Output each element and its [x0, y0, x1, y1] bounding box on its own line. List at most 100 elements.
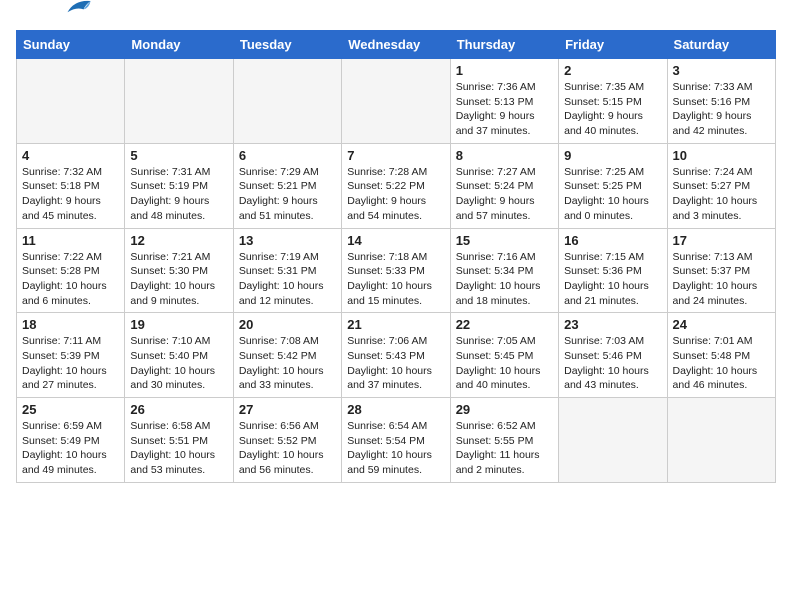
weekday-header: Tuesday	[233, 31, 341, 59]
day-number: 12	[130, 233, 227, 248]
day-info: Sunrise: 6:52 AM Sunset: 5:55 PM Dayligh…	[456, 419, 553, 478]
weekday-header: Saturday	[667, 31, 775, 59]
calendar-cell	[233, 59, 341, 144]
weekday-header: Friday	[559, 31, 667, 59]
day-info: Sunrise: 7:25 AM Sunset: 5:25 PM Dayligh…	[564, 165, 661, 224]
day-number: 26	[130, 402, 227, 417]
day-info: Sunrise: 7:35 AM Sunset: 5:15 PM Dayligh…	[564, 80, 661, 139]
calendar-cell: 13 Sunrise: 7:19 AM Sunset: 5:31 PM Dayli…	[233, 228, 341, 313]
day-number: 1	[456, 63, 553, 78]
day-number: 9	[564, 148, 661, 163]
calendar-cell: 27 Sunrise: 6:56 AM Sunset: 5:52 PM Dayli…	[233, 398, 341, 483]
calendar-week-row: 11 Sunrise: 7:22 AM Sunset: 5:28 PM Dayli…	[17, 228, 776, 313]
calendar-cell: 19 Sunrise: 7:10 AM Sunset: 5:40 PM Dayli…	[125, 313, 233, 398]
day-info: Sunrise: 7:01 AM Sunset: 5:48 PM Dayligh…	[673, 334, 770, 393]
day-info: Sunrise: 7:29 AM Sunset: 5:21 PM Dayligh…	[239, 165, 336, 224]
calendar-cell: 26 Sunrise: 6:58 AM Sunset: 5:51 PM Dayli…	[125, 398, 233, 483]
calendar-cell: 24 Sunrise: 7:01 AM Sunset: 5:48 PM Dayli…	[667, 313, 775, 398]
day-number: 20	[239, 317, 336, 332]
calendar-cell: 5 Sunrise: 7:31 AM Sunset: 5:19 PM Daylig…	[125, 143, 233, 228]
weekday-header: Sunday	[17, 31, 125, 59]
weekday-header: Monday	[125, 31, 233, 59]
day-number: 18	[22, 317, 119, 332]
day-info: Sunrise: 7:19 AM Sunset: 5:31 PM Dayligh…	[239, 250, 336, 309]
day-info: Sunrise: 7:13 AM Sunset: 5:37 PM Dayligh…	[673, 250, 770, 309]
calendar-cell: 22 Sunrise: 7:05 AM Sunset: 5:45 PM Dayli…	[450, 313, 558, 398]
day-number: 27	[239, 402, 336, 417]
day-info: Sunrise: 7:33 AM Sunset: 5:16 PM Dayligh…	[673, 80, 770, 139]
day-number: 8	[456, 148, 553, 163]
calendar-cell	[342, 59, 450, 144]
calendar-cell: 8 Sunrise: 7:27 AM Sunset: 5:24 PM Daylig…	[450, 143, 558, 228]
calendar-cell: 15Sunrise: 7:16 AM Sunset: 5:34 PM Dayli…	[450, 228, 558, 313]
day-number: 10	[673, 148, 770, 163]
day-number: 13	[239, 233, 336, 248]
calendar-cell: 3 Sunrise: 7:33 AM Sunset: 5:16 PM Daylig…	[667, 59, 775, 144]
calendar-cell: 28 Sunrise: 6:54 AM Sunset: 5:54 PM Dayli…	[342, 398, 450, 483]
day-info: Sunrise: 7:18 AM Sunset: 5:33 PM Dayligh…	[347, 250, 444, 309]
day-number: 14	[347, 233, 444, 248]
calendar-cell: 29 Sunrise: 6:52 AM Sunset: 5:55 PM Dayli…	[450, 398, 558, 483]
day-number: 16	[564, 233, 661, 248]
calendar-cell: 17 Sunrise: 7:13 AM Sunset: 5:37 PM Dayli…	[667, 228, 775, 313]
calendar-cell	[667, 398, 775, 483]
calendar-week-row: 25 Sunrise: 6:59 AM Sunset: 5:49 PM Dayli…	[17, 398, 776, 483]
calendar-cell: 21 Sunrise: 7:06 AM Sunset: 5:43 PM Dayli…	[342, 313, 450, 398]
calendar-week-row: 1 Sunrise: 7:36 AM Sunset: 5:13 PM Daylig…	[17, 59, 776, 144]
calendar-cell: 4 Sunrise: 7:32 AM Sunset: 5:18 PM Daylig…	[17, 143, 125, 228]
day-number: 6	[239, 148, 336, 163]
calendar-cell: 11 Sunrise: 7:22 AM Sunset: 5:28 PM Dayli…	[17, 228, 125, 313]
day-number: 21	[347, 317, 444, 332]
day-number: 28	[347, 402, 444, 417]
day-info: Sunrise: 7:21 AM Sunset: 5:30 PM Dayligh…	[130, 250, 227, 309]
day-info: Sunrise: 7:22 AM Sunset: 5:28 PM Dayligh…	[22, 250, 119, 309]
calendar-cell: 16Sunrise: 7:15 AM Sunset: 5:36 PM Dayli…	[559, 228, 667, 313]
day-info: Sunrise: 7:05 AM Sunset: 5:45 PM Dayligh…	[456, 334, 553, 393]
weekday-header: Thursday	[450, 31, 558, 59]
day-info: Sunrise: 7:36 AM Sunset: 5:13 PM Dayligh…	[456, 80, 553, 139]
calendar-cell: 2 Sunrise: 7:35 AM Sunset: 5:15 PM Daylig…	[559, 59, 667, 144]
day-info: Sunrise: 7:08 AM Sunset: 5:42 PM Dayligh…	[239, 334, 336, 393]
day-number: 24	[673, 317, 770, 332]
calendar-cell: 12 Sunrise: 7:21 AM Sunset: 5:30 PM Dayli…	[125, 228, 233, 313]
calendar-cell: 7Sunrise: 7:28 AM Sunset: 5:22 PM Daylig…	[342, 143, 450, 228]
day-number: 2	[564, 63, 661, 78]
day-info: Sunrise: 7:16 AM Sunset: 5:34 PM Dayligh…	[456, 250, 553, 309]
calendar-cell	[17, 59, 125, 144]
day-info: Sunrise: 7:32 AM Sunset: 5:18 PM Dayligh…	[22, 165, 119, 224]
day-number: 11	[22, 233, 119, 248]
day-number: 22	[456, 317, 553, 332]
day-info: Sunrise: 7:06 AM Sunset: 5:43 PM Dayligh…	[347, 334, 444, 393]
day-info: Sunrise: 6:56 AM Sunset: 5:52 PM Dayligh…	[239, 419, 336, 478]
page-header	[16, 16, 776, 18]
day-number: 17	[673, 233, 770, 248]
day-info: Sunrise: 7:10 AM Sunset: 5:40 PM Dayligh…	[130, 334, 227, 393]
calendar-week-row: 18Sunrise: 7:11 AM Sunset: 5:39 PM Dayli…	[17, 313, 776, 398]
day-info: Sunrise: 7:27 AM Sunset: 5:24 PM Dayligh…	[456, 165, 553, 224]
day-number: 19	[130, 317, 227, 332]
logo-bird-icon	[64, 0, 92, 18]
calendar-cell: 9 Sunrise: 7:25 AM Sunset: 5:25 PM Daylig…	[559, 143, 667, 228]
day-number: 23	[564, 317, 661, 332]
day-number: 4	[22, 148, 119, 163]
day-info: Sunrise: 7:31 AM Sunset: 5:19 PM Dayligh…	[130, 165, 227, 224]
weekday-header: Wednesday	[342, 31, 450, 59]
calendar-cell: 25 Sunrise: 6:59 AM Sunset: 5:49 PM Dayli…	[17, 398, 125, 483]
day-number: 5	[130, 148, 227, 163]
calendar-cell: 1 Sunrise: 7:36 AM Sunset: 5:13 PM Daylig…	[450, 59, 558, 144]
day-info: Sunrise: 6:59 AM Sunset: 5:49 PM Dayligh…	[22, 419, 119, 478]
calendar-cell: 23 Sunrise: 7:03 AM Sunset: 5:46 PM Dayli…	[559, 313, 667, 398]
day-info: Sunrise: 6:54 AM Sunset: 5:54 PM Dayligh…	[347, 419, 444, 478]
day-info: Sunrise: 7:24 AM Sunset: 5:27 PM Dayligh…	[673, 165, 770, 224]
calendar-cell: 20 Sunrise: 7:08 AM Sunset: 5:42 PM Dayli…	[233, 313, 341, 398]
calendar-cell: 6 Sunrise: 7:29 AM Sunset: 5:21 PM Daylig…	[233, 143, 341, 228]
calendar-table: SundayMondayTuesdayWednesdayThursdayFrid…	[16, 30, 776, 483]
day-number: 3	[673, 63, 770, 78]
calendar-cell: 18Sunrise: 7:11 AM Sunset: 5:39 PM Dayli…	[17, 313, 125, 398]
day-info: Sunrise: 7:28 AM Sunset: 5:22 PM Dayligh…	[347, 165, 444, 224]
day-info: Sunrise: 6:58 AM Sunset: 5:51 PM Dayligh…	[130, 419, 227, 478]
day-number: 29	[456, 402, 553, 417]
day-number: 25	[22, 402, 119, 417]
calendar-cell	[559, 398, 667, 483]
day-info: Sunrise: 7:03 AM Sunset: 5:46 PM Dayligh…	[564, 334, 661, 393]
